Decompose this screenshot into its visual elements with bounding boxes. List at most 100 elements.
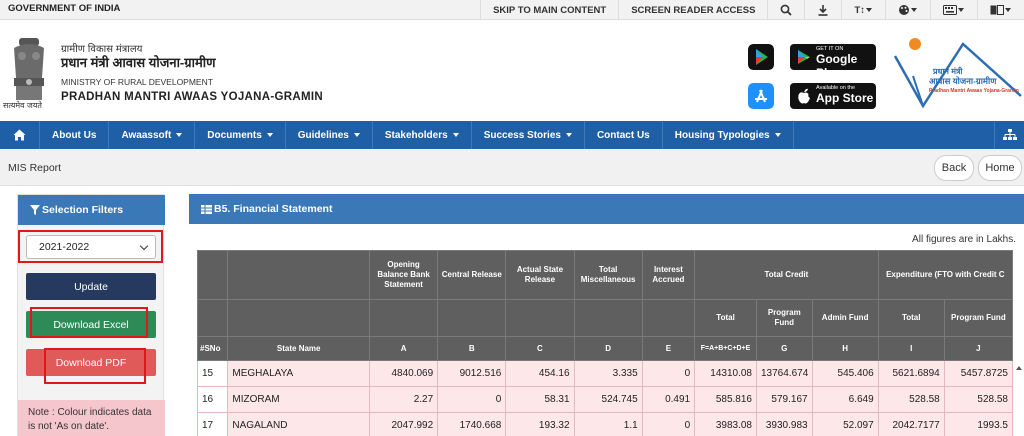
- sitemap-icon: [1002, 129, 1017, 140]
- cell-f: 14310.08: [694, 360, 757, 387]
- cell-state: MIZORAM: [227, 386, 370, 413]
- nav-stakeholders[interactable]: Stakeholders: [373, 121, 472, 149]
- site-header: सत्यमेव जयते ग्रामीण विकास मंत्रालय प्रध…: [0, 20, 1024, 120]
- th-empty: [368, 299, 439, 337]
- financial-statement-panel: B5. Financial Statement All figures are …: [189, 194, 1024, 436]
- nav-success-stories[interactable]: Success Stories: [472, 121, 585, 149]
- language-dropdown[interactable]: [977, 0, 1024, 20]
- screen-reader-link[interactable]: SCREEN READER ACCESS: [618, 0, 767, 20]
- caret-down-icon: [1005, 8, 1011, 12]
- cell-i: 528.58: [877, 386, 945, 413]
- units-note: All figures are in Lakhs.: [912, 234, 1016, 245]
- app-store-app-icon[interactable]: [748, 83, 774, 109]
- cell-d: 524.745: [573, 386, 643, 413]
- selection-filters-header: Selection Filters: [18, 195, 165, 225]
- th-code-e: E: [641, 336, 696, 361]
- caret-down-icon: [866, 8, 872, 12]
- financial-year-select[interactable]: 2021-2022: [26, 235, 156, 259]
- th-total-misc: Total Miscellaneous: [573, 250, 643, 300]
- nav-label: Success Stories: [483, 129, 561, 141]
- cell-a: 4840.069: [368, 360, 439, 387]
- cell-state: MEGHALAYA: [227, 360, 370, 387]
- nav-label: Contact Us: [596, 129, 650, 141]
- nav-documents[interactable]: Documents: [195, 121, 286, 149]
- caret-down-icon: [452, 133, 459, 137]
- th-empty: [227, 250, 370, 300]
- cell-f: 3983.08: [694, 412, 757, 436]
- nav-guidelines[interactable]: Guidelines: [286, 121, 373, 149]
- th-state-name: State Name: [227, 336, 370, 361]
- language-icon: [990, 5, 1004, 15]
- cell-d: 1.1: [573, 412, 643, 436]
- app-store-big-text: App Store: [816, 91, 874, 105]
- app-store-badge[interactable]: Available on the App Store: [790, 83, 876, 109]
- cell-d: 3.335: [573, 360, 643, 387]
- nav-label: Guidelines: [297, 129, 349, 141]
- nav-home[interactable]: [0, 121, 40, 149]
- nav-about-us[interactable]: About Us: [40, 121, 110, 149]
- scheme-name-english: PRADHAN MANTRI AWAAS YOJANA-GRAMIN: [61, 91, 323, 103]
- theme-dropdown[interactable]: [885, 0, 930, 20]
- colour-note: Note : Colour indicates data is not 'As …: [18, 400, 165, 436]
- table-row: 17 NAGALAND 2047.992 1740.668 193.32 1.1…: [196, 412, 1014, 436]
- cell-c: 58.31: [505, 386, 575, 413]
- th-empty: [641, 299, 696, 337]
- caret-down-icon: [353, 133, 360, 137]
- th-exp-program-fund: Program Fund: [943, 299, 1014, 337]
- gov-top-bar: GOVERNMENT OF INDIA SKIP TO MAIN CONTENT…: [0, 0, 1024, 20]
- cell-g: 13764.674: [756, 360, 813, 387]
- financial-statement-table: Opening Balance Bank Statement Central R…: [196, 250, 1014, 436]
- cell-state: NAGALAND: [227, 412, 370, 436]
- cell-h: 52.097: [811, 412, 879, 436]
- th-code-j: J: [943, 336, 1014, 361]
- financial-year-value: 2021-2022: [39, 241, 90, 253]
- text-size-dropdown[interactable]: T↕: [841, 0, 885, 20]
- gov-title: GOVERNMENT OF INDIA: [8, 3, 121, 14]
- main-nav: About Us Awaassoft Documents Guidelines …: [0, 121, 1024, 149]
- nav-housing-typologies[interactable]: Housing Typologies: [663, 121, 794, 149]
- highlight-box: [44, 348, 146, 384]
- cell-sno: 15: [196, 360, 229, 387]
- th-empty: [196, 299, 229, 337]
- filter-icon: [30, 205, 40, 215]
- th-credit-admin-fund: Admin Fund: [811, 299, 879, 337]
- cell-a: 2047.992: [368, 412, 439, 436]
- table-row: 16 MIZORAM 2.27 0 58.31 524.745 0.491 58…: [196, 386, 1014, 413]
- th-empty: [437, 299, 507, 337]
- nav-contact-us[interactable]: Contact Us: [585, 121, 663, 149]
- cell-i: 5621.6894: [877, 360, 945, 387]
- cell-e: 0: [641, 412, 696, 436]
- th-code-c: C: [505, 336, 575, 361]
- text-size-icon: T↕: [854, 4, 865, 16]
- cell-b: 9012.516: [437, 360, 507, 387]
- download-icon: [818, 5, 828, 16]
- cell-a: 2.27: [368, 386, 439, 413]
- cell-i: 2042.7177: [877, 412, 945, 436]
- financial-statement-header: B5. Financial Statement: [189, 194, 1024, 224]
- skip-to-main-link[interactable]: SKIP TO MAIN CONTENT: [480, 0, 618, 20]
- search-button[interactable]: [767, 0, 804, 20]
- google-play-big-text: Google Play: [816, 52, 858, 80]
- download-button[interactable]: [804, 0, 841, 20]
- google-play-badge[interactable]: GET IT ON Google Play: [790, 44, 876, 80]
- th-opening-balance: Opening Balance Bank Statement: [368, 250, 439, 300]
- keyboard-icon: [943, 5, 957, 15]
- nav-label: Awaassoft: [121, 129, 172, 141]
- home-button[interactable]: Home: [978, 155, 1022, 181]
- th-empty: [573, 299, 643, 337]
- keyboard-dropdown[interactable]: [930, 0, 977, 20]
- caret-down-icon: [774, 133, 781, 137]
- chevron-down-icon: [139, 241, 149, 251]
- update-button[interactable]: Update: [26, 273, 156, 300]
- cell-f: 585.816: [694, 386, 757, 413]
- emblem-motto: सत्यमेव जयते: [3, 101, 42, 110]
- sitemap-button[interactable]: [994, 121, 1024, 149]
- nav-awaassoft[interactable]: Awaassoft: [109, 121, 196, 149]
- nav-label: Stakeholders: [384, 129, 448, 141]
- play-store-app-icon[interactable]: [748, 44, 774, 70]
- cell-e: 0.491: [641, 386, 696, 413]
- scroll-up-arrow-icon[interactable]: [1016, 366, 1022, 370]
- table-icon: [201, 204, 212, 214]
- mis-report-bar: MIS Report Back Home: [0, 150, 1024, 186]
- back-button[interactable]: Back: [934, 155, 974, 181]
